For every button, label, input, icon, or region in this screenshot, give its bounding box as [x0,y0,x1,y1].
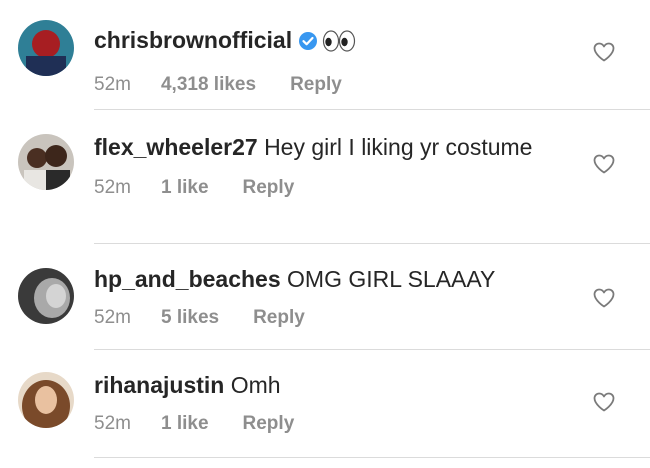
likes-count[interactable]: 1 like [161,413,209,434]
heart-icon[interactable] [592,286,616,310]
comment-item: rihanajustin Omh 52m 1 like Reply [0,350,650,468]
comment-timestamp: 52m [94,74,131,95]
comment-item: chrisbrownofficial 52m 4,318 likes Reply [0,0,650,110]
comment-timestamp: 52m [94,307,131,328]
username[interactable]: flex_wheeler27 [94,134,258,160]
heart-icon[interactable] [592,152,616,176]
comment-text: OMG GIRL SLAAAY [287,266,496,292]
username[interactable]: hp_and_beaches [94,266,281,292]
username[interactable]: rihanajustin [94,372,224,398]
verified-badge-icon [298,28,318,59]
comment-item: flex_wheeler27 Hey girl I liking yr cost… [0,110,650,244]
reply-button[interactable]: Reply [290,74,342,95]
heart-icon[interactable] [592,390,616,414]
comments-list: chrisbrownofficial 52m 4,318 likes Reply f… [0,0,650,468]
likes-count[interactable]: 1 like [161,177,209,198]
avatar[interactable] [18,20,74,76]
avatar[interactable] [18,268,74,324]
eyes-emoji-icon [322,29,356,60]
likes-count[interactable]: 5 likes [161,307,219,328]
comment-timestamp: 52m [94,413,131,434]
comment-text: Omh [230,372,281,398]
reply-button[interactable]: Reply [243,177,295,198]
comment-text: Hey girl I liking yr costume [264,134,533,160]
likes-count[interactable]: 4,318 likes [161,74,256,95]
heart-icon[interactable] [592,40,616,64]
reply-button[interactable]: Reply [253,307,305,328]
comment-item: hp_and_beaches OMG GIRL SLAAAY 52m 5 like… [0,244,650,350]
divider [94,457,650,458]
reply-button[interactable]: Reply [243,413,295,434]
avatar[interactable] [18,372,74,428]
username[interactable]: chrisbrownofficial [94,27,292,53]
avatar[interactable] [18,134,74,190]
comment-timestamp: 52m [94,177,131,198]
